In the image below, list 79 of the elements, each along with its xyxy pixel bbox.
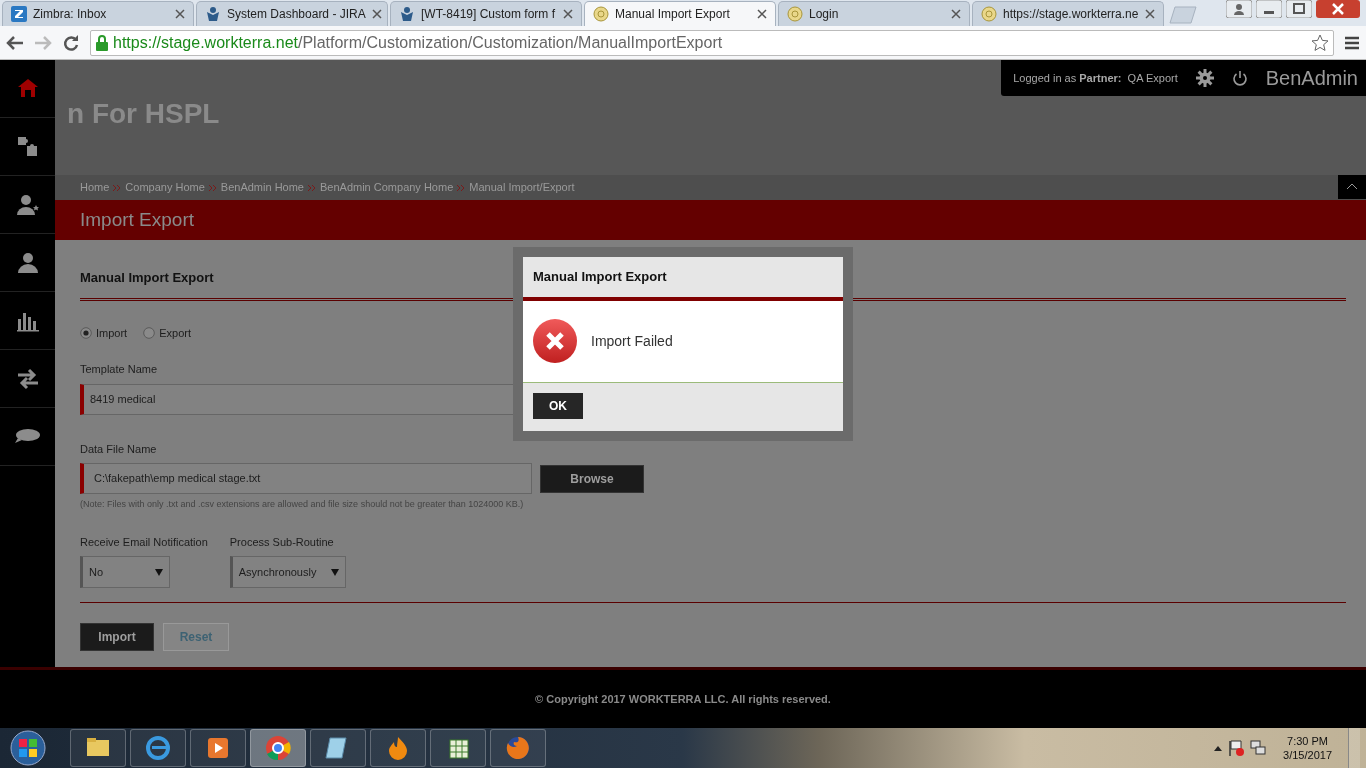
chevron-icon (113, 183, 122, 192)
close-icon[interactable] (371, 9, 382, 19)
ie-logo-icon (144, 734, 172, 762)
taskbar-app[interactable] (310, 729, 366, 767)
caret-icon (155, 568, 163, 576)
browser-tab[interactable]: [WT-8419] Custom form f (390, 1, 582, 26)
ok-button[interactable]: OK (533, 393, 583, 419)
tray-arrow-icon[interactable] (1213, 744, 1224, 752)
zimbra-logo-icon (11, 6, 27, 22)
transfer-arrows-icon[interactable] (15, 366, 40, 391)
jira-logo-icon (205, 6, 221, 22)
chrome-logo-icon (264, 734, 292, 762)
radio-icon[interactable] (80, 326, 92, 339)
dropdown[interactable]: No (80, 556, 170, 588)
globe-favicon-icon (787, 6, 803, 22)
clock-time: 7:30 PM (1286, 733, 1329, 748)
taskbar-app[interactable] (190, 729, 246, 767)
chevron-icon (208, 183, 217, 192)
breadcrumb-link[interactable]: BenAdmin Home (220, 179, 304, 196)
minimize-icon[interactable] (1256, 0, 1282, 18)
browser-tab[interactable]: System Dashboard - JIRA (196, 1, 388, 26)
close-icon[interactable] (951, 9, 961, 19)
dropdown[interactable]: Asynchronously (229, 556, 346, 588)
star-icon[interactable] (1311, 33, 1329, 52)
browser-tab[interactable]: Manual Import Export (584, 1, 776, 26)
browse-button[interactable]: Browse (540, 464, 644, 493)
file-path-field[interactable]: C:\fakepath\emp medical stage.txt (80, 463, 532, 494)
field-label: Receive Email Notification (80, 534, 208, 550)
dialog-title: Manual Import Export (523, 257, 843, 301)
taskbar-app[interactable] (370, 729, 426, 767)
maximize-icon[interactable] (1286, 0, 1312, 18)
menu-icon[interactable] (1344, 34, 1360, 51)
caret-icon (330, 568, 339, 576)
chevron-icon (457, 183, 466, 192)
address-field[interactable]: https://stage.workterra.net/Platform/Customization/Customization/ManualImportExport (90, 29, 1334, 56)
close-icon[interactable] (1316, 0, 1360, 18)
field-label: Process Sub-Routine (229, 534, 335, 550)
settings-icon[interactable] (1195, 69, 1214, 87)
power-icon[interactable] (1231, 70, 1248, 86)
taskbar-app[interactable] (430, 729, 486, 767)
lock-icon (95, 34, 109, 51)
import-button[interactable]: Import (80, 623, 154, 651)
page-title: Import Export (55, 200, 1366, 240)
url-text: https://stage.workterra.net/Platform/Customization/Customization/ManualImportExport (113, 32, 723, 53)
globe-favicon-icon (981, 6, 997, 22)
back-icon[interactable] (6, 34, 24, 51)
close-icon[interactable] (563, 9, 573, 19)
field-label: Template Name (80, 362, 159, 377)
breadcrumb-link[interactable]: Manual Import/Export (469, 179, 575, 196)
user-icon[interactable] (15, 250, 40, 275)
jira-logo-icon (399, 6, 415, 22)
breadcrumb-link[interactable]: Home (80, 179, 110, 196)
radio-option[interactable]: Export (143, 324, 191, 341)
clock-date: 3/15/2017 (1283, 748, 1332, 763)
browser-tab[interactable]: Zimbra: Inbox (2, 1, 194, 26)
network-icon[interactable] (1249, 739, 1268, 757)
globe-favicon-icon (593, 6, 609, 22)
user-star-icon[interactable] (15, 192, 40, 217)
browser-tab[interactable]: Login (778, 1, 970, 26)
taskbar-app[interactable] (70, 729, 126, 767)
chevron-icon (308, 183, 316, 192)
error-icon (533, 319, 577, 364)
app-name: BenAdmin (1265, 66, 1358, 91)
close-icon[interactable] (757, 9, 767, 19)
flag-icon[interactable] (1227, 739, 1246, 757)
close-icon[interactable] (175, 9, 185, 19)
dialog-message: Import Failed (591, 331, 673, 351)
browser-tab[interactable]: https://stage.workterra.ne (972, 1, 1164, 26)
close-icon[interactable] (1145, 9, 1155, 19)
breadcrumb-link[interactable]: Company Home (125, 179, 205, 196)
taskbar-app[interactable] (130, 729, 186, 767)
firefox-logo-icon (504, 734, 532, 762)
user-status-text: Logged in as Partner: QA Export (1013, 70, 1178, 86)
reload-icon[interactable] (62, 33, 80, 52)
user-icon[interactable] (1226, 0, 1252, 18)
field-label: Data File Name (80, 441, 158, 457)
breadcrumb-link[interactable]: BenAdmin Company Home (320, 179, 454, 196)
radio-icon[interactable] (143, 326, 156, 339)
radio-option[interactable]: Import (80, 324, 128, 341)
